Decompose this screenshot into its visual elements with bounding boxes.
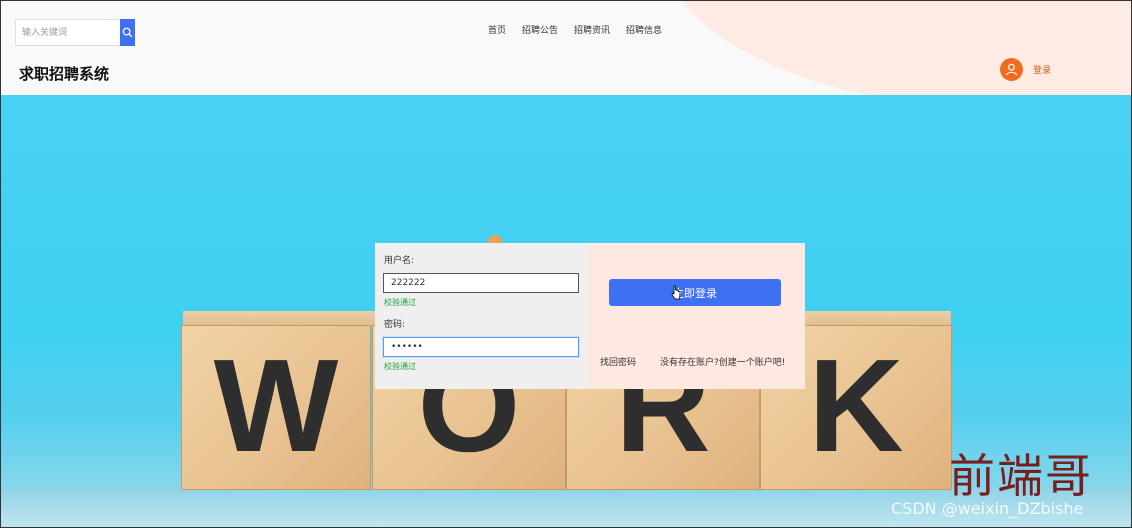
login-submit-button[interactable]: 立即登录 [609,279,781,306]
site-header: 首页 招聘公告 招聘资讯 招聘信息 求职招聘系统 登录 [1,1,1131,95]
username-input[interactable] [383,273,579,293]
main-nav: 首页 招聘公告 招聘资讯 招聘信息 [488,23,662,36]
password-input[interactable] [383,337,579,357]
username-label: 用户名: [384,256,415,266]
search-input[interactable] [15,19,120,46]
nav-item-home[interactable]: 首页 [488,23,506,36]
search-button[interactable] [120,19,135,46]
register-link[interactable]: 没有存在账户?创建一个账户吧! [660,355,785,368]
site-title: 求职招聘系统 [19,65,110,83]
password-label: 密码: [384,320,406,330]
search-bar [15,19,135,46]
login-actions: 立即登录 找回密码 没有存在账户?创建一个账户吧! [587,243,805,389]
nav-item-announcements[interactable]: 招聘公告 [522,23,558,36]
username-status: 校验通过 [384,298,416,307]
watermark-csdn: CSDN @weixin_DZbishe [891,499,1084,518]
browser-viewport: 首页 招聘公告 招聘资讯 招聘信息 求职招聘系统 登录 W O [0,0,1132,528]
avatar[interactable] [1000,58,1023,81]
header-login: 登录 [1000,58,1051,81]
nav-item-job-info[interactable]: 招聘信息 [626,23,662,36]
login-panel: 用户名: 校验通过 密码: 校验通过 立即登录 找回密码 没有存在账户?创建一个… [375,243,805,389]
hand-cursor-icon [671,285,681,300]
search-icon [122,27,133,38]
user-icon [1005,63,1018,76]
watermark-cn: 前端哥 [949,449,1093,503]
header-decoration [661,1,1131,95]
header-login-link[interactable]: 登录 [1033,63,1051,76]
word-block: W [181,325,371,490]
password-status: 校验通过 [384,362,416,371]
nav-item-news[interactable]: 招聘资讯 [574,23,610,36]
forgot-password-link[interactable]: 找回密码 [600,355,636,368]
login-form: 用户名: 校验通过 密码: 校验通过 [375,243,587,389]
block-letter: W [213,332,339,479]
